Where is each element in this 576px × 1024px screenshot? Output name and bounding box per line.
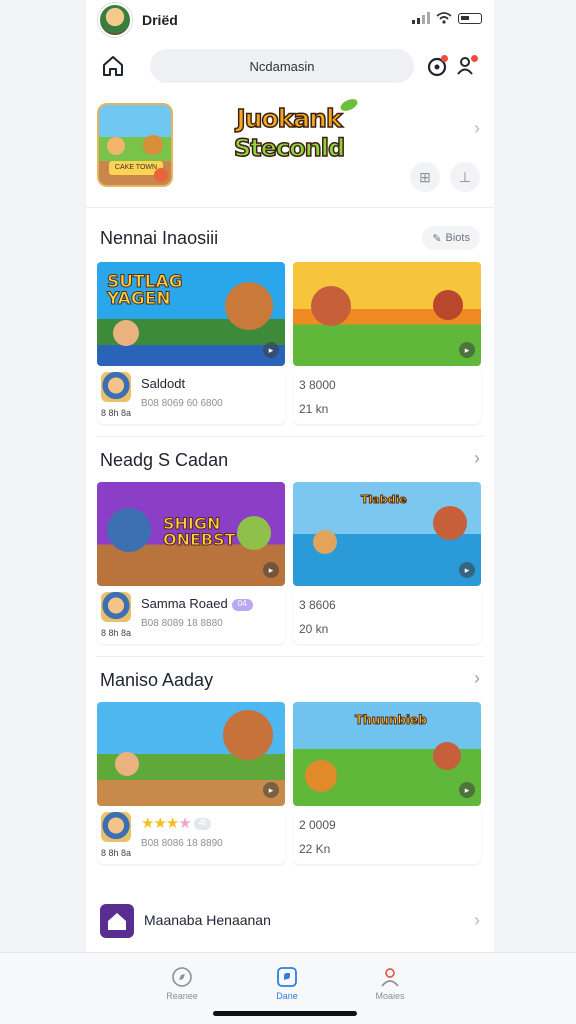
game-meta: B08 8089 18 8880 [141,618,223,629]
game-card-art-text: SUTLAG YAGEN [107,272,184,309]
game-name: Samma Roaed 04 [141,596,253,611]
play-icon[interactable]: ▸ [459,782,475,798]
thumb-badge-icon [154,168,168,182]
top-bar: Ncdamasin [86,45,494,85]
signal-icon [412,12,430,24]
game-card-image[interactable]: Tlabdie ▸ [293,482,481,586]
game-card-image[interactable]: Thuunbieb ▸ [293,702,481,806]
tab-moaies[interactable]: Moaies [350,961,430,1001]
game-tag: 04 [231,598,253,611]
share-icon: ⊥ [458,168,472,185]
status-name: Driëd [142,12,178,28]
game-meta: B08 8069 60 6800 [141,398,223,409]
game-info-card[interactable]: Saldodt B08 8069 60 6800 8 8h 8a [97,368,285,424]
section-2: Neadg S Cadan › SHIGN ONEBST ▸ Tlabdie ▸… [86,440,494,660]
section-title: Nennai Inaosiii [100,228,219,248]
user-icon [381,968,399,987]
game-name-text: Samma Roaed [141,596,228,611]
game-info-card[interactable]: ★★★★ 48 B08 8086 18 8890 8 8h 8a [97,808,285,864]
section-1: Nennai Inaosiii ✎ Biots SUTLAG YAGEN ▸ ▸… [86,220,494,440]
logo-line-2: Steconld [233,133,346,163]
game-info-card[interactable]: 2 0009 22 Kn [293,808,481,864]
house-icon [100,904,134,938]
rating-stars: ★★★★ 48 [141,814,211,832]
play-icon[interactable]: ▸ [263,562,279,578]
game-card-art-text: Thuunbieb [355,713,428,727]
game-icon [277,967,297,987]
grid-icon: ⊞ [419,168,431,185]
section-action-label: Biots [445,232,470,244]
friends-button[interactable] [454,53,480,79]
hero-game-thumbnail[interactable]: CAKE TOWN [97,103,173,187]
star-empty-icon: ★ [178,815,191,832]
search-text: Ncdamasin [249,58,315,74]
battery-icon [458,12,482,24]
game-meta: B08 8086 18 8890 [141,838,223,849]
play-icon[interactable]: ▸ [459,562,475,578]
game-distance: 20 kn [299,622,329,636]
developer-avatar [101,372,131,402]
game-logo: Juokank Steconld [214,96,364,178]
hero-banner: CAKE TOWN Juokank Steconld › ⊞ ⊥ [86,96,494,208]
section-action-button[interactable]: ✎ Biots [422,226,480,250]
star-icon: ★★★ [141,815,179,832]
status-icons [412,12,482,24]
game-distance: 22 Kn [299,842,331,856]
bottom-item-label: Maanaba Henaanan [144,912,271,928]
wifi-icon [436,12,452,24]
chevron-right-icon[interactable]: › [474,668,480,689]
game-card-image[interactable]: SUTLAG YAGEN ▸ [97,262,285,366]
pencil-icon: ✎ [432,232,442,245]
status-bar: Driëd [86,0,494,40]
game-card-image[interactable]: ▸ [293,262,481,366]
home-icon[interactable] [100,53,126,79]
notification-button[interactable] [424,53,450,79]
share-button[interactable]: ⊥ [450,162,480,192]
game-stats: 8 8h 8a [101,628,132,638]
section-3: Maniso Aaday › ▸ Thuunbieb ▸ ★★★★ 48 B08 … [86,660,494,880]
compass-icon [172,967,192,987]
bottom-list-item[interactable]: Maanaba Henaanan › [86,896,494,946]
developer-avatar [101,812,131,842]
home-indicator [213,1011,357,1016]
notification-dot [441,55,448,62]
developer-avatar [101,592,131,622]
tab-label: Dane [276,991,298,1001]
game-plays: 2 0009 [299,818,336,832]
grid-button[interactable]: ⊞ [410,162,440,192]
tab-label: Moaies [375,991,405,1001]
game-stats: 8 8h 8a [101,848,132,858]
play-icon[interactable]: ▸ [263,342,279,358]
game-card-image[interactable]: SHIGN ONEBST ▸ [97,482,285,586]
game-card-art-text: SHIGN ONEBST [163,514,237,549]
phone-screen: Driëd Ncdamasin CAKE TOWN Juokank Stecon… [86,0,494,1024]
game-distance: 21 kn [299,402,329,416]
chevron-right-icon[interactable]: › [474,118,480,139]
divider [96,436,484,437]
profile-avatar[interactable] [98,3,132,37]
friends-dot [471,55,478,62]
chevron-right-icon: › [474,910,480,930]
section-title: Maniso Aaday [100,670,214,690]
chevron-right-icon[interactable]: › [474,448,480,469]
tab-dane[interactable]: Dane [247,961,327,1001]
game-card-art-text: Tlabdie [361,493,408,506]
play-icon[interactable]: ▸ [263,782,279,798]
divider [96,656,484,657]
section-title: Neadg S Cadan [100,450,229,470]
game-plays: 3 8606 [299,598,336,612]
play-icon[interactable]: ▸ [459,342,475,358]
game-info-card[interactable]: 3 8000 21 kn [293,368,481,424]
game-card-image[interactable]: ▸ [97,702,285,806]
tab-reanee[interactable]: Reanee [142,961,222,1001]
rating-count: 48 [193,818,211,831]
game-info-card[interactable]: Samma Roaed 04 B08 8089 18 8880 8 8h 8a [97,588,285,644]
game-plays: 3 8000 [299,378,336,392]
game-info-card[interactable]: 3 8606 20 kn [293,588,481,644]
tab-label: Reanee [166,991,198,1001]
search-bar[interactable]: Ncdamasin [150,49,414,83]
game-stats: 8 8h 8a [101,408,132,418]
game-name: Saldodt [141,376,186,391]
